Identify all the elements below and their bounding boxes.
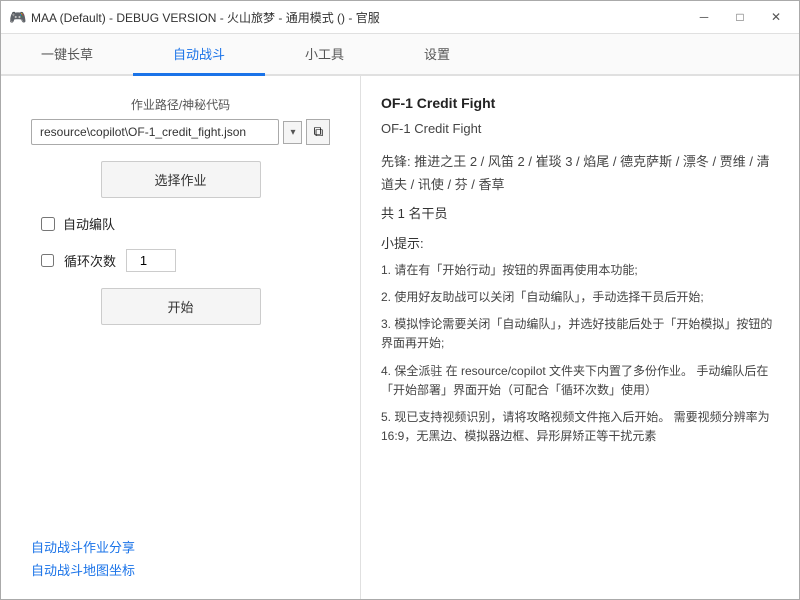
content-area: 作业路径/神秘代码 resource\copilot\OF-1_credit_f… [1,76,799,599]
loop-checkbox[interactable] [41,254,54,267]
hint-title: 小提示: [381,233,779,255]
hint-item-2: 2. 使用好友助战可以关闭「自动编队」，手动选择干员后开始; [381,288,779,307]
auto-team-label: 自动编队 [63,214,115,233]
left-panel: 作业路径/神秘代码 resource\copilot\OF-1_credit_f… [1,76,361,599]
file-path-input[interactable]: resource\copilot\OF-1_credit_fight.json [31,119,279,145]
hint-item-5: 5. 现已支持视频识别，请将攻略视频文件拖入后开始。 需要视频分辨率为 16:9… [381,408,779,446]
op-count: 共 1 名干员 [381,203,779,225]
hint-item-1: 1. 请在有「开始行动」按钮的界面再使用本功能; [381,261,779,280]
op-title-sub: OF-1 Credit Fight [381,118,779,140]
copy-icon: ⧉ [313,124,323,140]
minimize-button[interactable]: ─ [689,7,719,27]
share-link[interactable]: 自动战斗作业分享 [31,537,330,556]
hint-item-3: 3. 模拟悖论需要关闭「自动编队」，并选好技能后处于「开始模拟」按钮的界面再开始… [381,315,779,353]
auto-team-checkbox[interactable] [41,217,55,231]
field-label: 作业路径/神秘代码 [31,96,330,113]
file-input-row: resource\copilot\OF-1_credit_fight.json … [31,119,330,145]
tab-bar: 一键长草 自动战斗 小工具 设置 [1,34,799,76]
loop-count-row: 循环次数 [41,249,330,272]
loop-label: 循环次数 [64,251,116,270]
close-button[interactable]: ✕ [761,7,791,27]
start-button[interactable]: 开始 [101,288,261,325]
right-panel: OF-1 Credit Fight OF-1 Credit Fight 先锋: … [361,76,799,599]
copy-button[interactable]: ⧉ [306,119,330,145]
tab-yijian[interactable]: 一键长草 [1,34,133,76]
loop-number-input[interactable] [126,249,176,272]
map-link[interactable]: 自动战斗地图坐标 [31,560,330,579]
field-label-section: 作业路径/神秘代码 resource\copilot\OF-1_credit_f… [31,96,330,145]
hint-item-4: 4. 保全派驻 在 resource/copilot 文件夹下内置了多份作业。 … [381,362,779,400]
op-operators: 先锋: 推进之王 2 / 风笛 2 / 崔琰 3 / 焰尾 / 德克萨斯 / 漂… [381,150,779,197]
tab-tools[interactable]: 小工具 [265,34,384,76]
maximize-button[interactable]: □ [725,7,755,27]
link-section: 自动战斗作业分享 自动战斗地图坐标 [31,537,330,579]
window-title: MAA (Default) - DEBUG VERSION - 火山旅梦 - 通… [31,9,689,26]
dropdown-button[interactable]: ▾ [283,121,302,144]
app-icon: 🎮 [9,9,25,25]
op-title-main: OF-1 Credit Fight [381,92,779,116]
auto-team-row: 自动编队 [41,214,330,233]
title-bar: 🎮 MAA (Default) - DEBUG VERSION - 火山旅梦 -… [1,1,799,34]
select-job-button[interactable]: 选择作业 [101,161,261,198]
tab-auto[interactable]: 自动战斗 [133,34,265,76]
tab-settings[interactable]: 设置 [384,34,490,76]
window-controls: ─ □ ✕ [689,7,791,27]
main-window: 🎮 MAA (Default) - DEBUG VERSION - 火山旅梦 -… [0,0,800,600]
